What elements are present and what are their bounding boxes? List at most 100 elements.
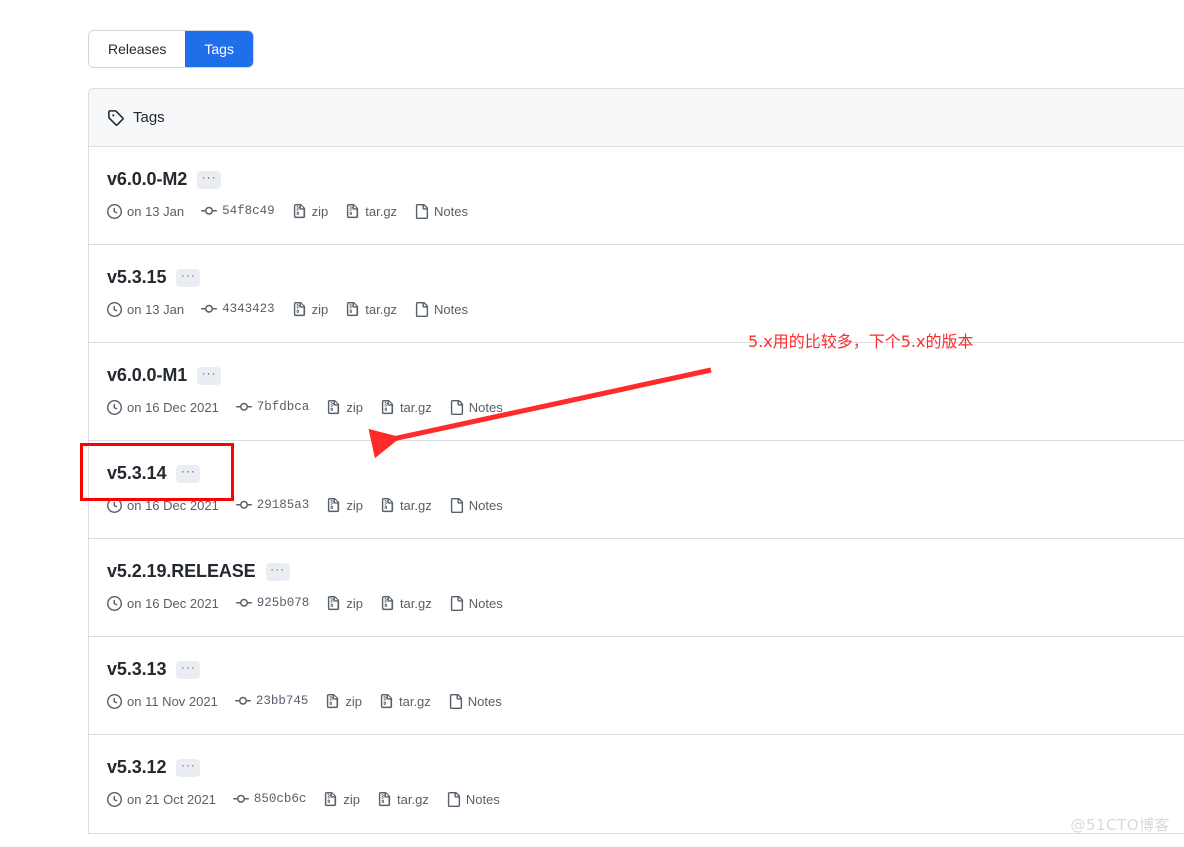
tag-notes-label: Notes bbox=[434, 203, 469, 219]
tag-notes-label: Notes bbox=[468, 399, 503, 415]
tag-date: on 13 Jan bbox=[107, 301, 185, 317]
tag-date: on 11 Nov 2021 bbox=[107, 693, 218, 709]
tag-commit[interactable]: 29185a3 bbox=[235, 497, 310, 513]
tag-targz-download[interactable]: tar.gz bbox=[345, 301, 397, 317]
file-icon bbox=[447, 791, 460, 807]
tag-commit-label: 7bfdbca bbox=[256, 400, 310, 414]
tag-row: v5.2.19.RELEASE ··· on 16 Dec 2021 925b078 z… bbox=[89, 539, 1184, 637]
tag-targz-label: tar.gz bbox=[399, 595, 432, 611]
tag-name-line: v5.3.14 ··· bbox=[107, 463, 1184, 484]
tag-date: on 21 Oct 2021 bbox=[107, 791, 216, 807]
tag-commit-label: 29185a3 bbox=[256, 498, 310, 512]
clock-icon bbox=[107, 203, 122, 219]
tag-name-link[interactable]: v5.2.19.RELEASE bbox=[107, 561, 256, 582]
git-commit-icon bbox=[201, 206, 218, 215]
tag-targz-download[interactable]: tar.gz bbox=[380, 497, 432, 513]
tag-options-button[interactable]: ··· bbox=[176, 268, 201, 287]
file-icon bbox=[450, 497, 463, 513]
tag-notes-link[interactable]: Notes bbox=[414, 301, 468, 317]
tag-options-button[interactable]: ··· bbox=[176, 464, 201, 483]
tag-commit[interactable]: 850cb6c bbox=[232, 791, 307, 807]
tag-targz-label: tar.gz bbox=[365, 203, 398, 219]
file-zip-icon bbox=[328, 399, 340, 414]
tag-zip-download[interactable]: zip bbox=[292, 301, 328, 317]
tag-targz-download[interactable]: tar.gz bbox=[345, 203, 398, 219]
clock-icon bbox=[107, 791, 122, 807]
tag-date-label: on 16 Dec 2021 bbox=[127, 595, 219, 611]
tag-name-line: v6.0.0-M2 ··· bbox=[107, 169, 1184, 190]
tab-tags[interactable]: Tags bbox=[185, 31, 253, 67]
tag-zip-download[interactable]: zip bbox=[292, 203, 328, 219]
tab-releases[interactable]: Releases bbox=[89, 31, 186, 67]
tag-commit[interactable]: 4343423 bbox=[201, 301, 275, 317]
tag-zip-label: zip bbox=[346, 497, 363, 513]
tag-name-line: v6.0.0-M1 ··· bbox=[107, 365, 1184, 386]
tag-meta-line: on 13 Jan 4343423 zip tar.gz Notes bbox=[107, 301, 1184, 317]
file-zip-icon bbox=[293, 203, 305, 218]
tag-commit[interactable]: 925b078 bbox=[235, 595, 309, 611]
tag-commit-label: 23bb745 bbox=[255, 694, 309, 708]
tag-options-button[interactable]: ··· bbox=[176, 758, 201, 777]
tag-options-button[interactable]: ··· bbox=[265, 562, 290, 581]
tag-date: on 13 Jan bbox=[107, 203, 185, 219]
file-zip-icon bbox=[381, 497, 394, 512]
git-commit-icon bbox=[235, 402, 252, 411]
file-zip-icon bbox=[328, 497, 340, 512]
tag-notes-link[interactable]: Notes bbox=[446, 791, 500, 807]
file-zip-icon bbox=[347, 301, 359, 316]
tag-name-link[interactable]: v6.0.0-M2 bbox=[107, 169, 187, 190]
tag-targz-download[interactable]: tar.gz bbox=[379, 693, 431, 709]
tag-zip-download[interactable]: zip bbox=[326, 399, 363, 415]
tag-commit[interactable]: 7bfdbca bbox=[235, 399, 310, 415]
tags-panel-header: Tags bbox=[89, 89, 1184, 147]
tag-zip-download[interactable]: zip bbox=[326, 595, 363, 611]
tag-date-label: on 13 Jan bbox=[127, 301, 185, 317]
tag-commit[interactable]: 54f8c49 bbox=[201, 203, 275, 219]
tag-date-label: on 16 Dec 2021 bbox=[127, 497, 219, 513]
tag-notes-label: Notes bbox=[468, 497, 503, 513]
tag-name-link[interactable]: v5.3.13 bbox=[107, 659, 166, 680]
tag-targz-download[interactable]: tar.gz bbox=[380, 595, 432, 611]
tag-targz-label: tar.gz bbox=[398, 693, 431, 709]
tag-date-label: on 13 Jan bbox=[127, 203, 185, 219]
tag-zip-download[interactable]: zip bbox=[323, 791, 360, 807]
clock-icon bbox=[107, 497, 122, 513]
tag-date-label: on 11 Nov 2021 bbox=[127, 693, 218, 709]
tag-targz-download[interactable]: tar.gz bbox=[380, 399, 432, 415]
tag-commit[interactable]: 23bb745 bbox=[234, 693, 309, 709]
file-zip-icon bbox=[380, 693, 393, 708]
file-icon bbox=[415, 203, 429, 219]
tag-name-link[interactable]: v6.0.0-M1 bbox=[107, 365, 187, 386]
tag-notes-link[interactable]: Notes bbox=[449, 595, 503, 611]
git-commit-icon bbox=[235, 598, 252, 607]
tag-options-button[interactable]: ··· bbox=[176, 660, 201, 679]
tag-options-button[interactable]: ··· bbox=[197, 366, 222, 385]
tag-name-link[interactable]: v5.3.14 bbox=[107, 463, 166, 484]
tag-name-line: v5.3.13 ··· bbox=[107, 659, 1184, 680]
tag-notes-label: Notes bbox=[465, 791, 500, 807]
tag-date: on 16 Dec 2021 bbox=[107, 399, 219, 415]
tag-row: v6.0.0-M2 ··· on 13 Jan 54f8c49 zip tar.gz Not… bbox=[89, 147, 1184, 245]
tag-zip-download[interactable]: zip bbox=[325, 693, 362, 709]
file-icon bbox=[450, 595, 463, 611]
tag-notes-link[interactable]: Notes bbox=[414, 203, 469, 219]
file-zip-icon bbox=[325, 791, 337, 806]
file-zip-icon bbox=[378, 791, 391, 806]
tag-notes-link[interactable]: Notes bbox=[449, 497, 503, 513]
tag-targz-download[interactable]: tar.gz bbox=[377, 791, 429, 807]
tag-row: v5.3.15 ··· on 13 Jan 4343423 zip tar.gz Notes bbox=[89, 245, 1184, 343]
tag-name-link[interactable]: v5.3.15 bbox=[107, 267, 166, 288]
tag-commit-label: 850cb6c bbox=[253, 792, 307, 806]
file-zip-icon bbox=[328, 595, 340, 610]
tag-notes-link[interactable]: Notes bbox=[448, 693, 502, 709]
tag-targz-label: tar.gz bbox=[399, 497, 432, 513]
tag-zip-label: zip bbox=[345, 693, 362, 709]
tag-name-line: v5.2.19.RELEASE ··· bbox=[107, 561, 1184, 582]
tag-notes-link[interactable]: Notes bbox=[449, 399, 503, 415]
tag-options-button[interactable]: ··· bbox=[197, 170, 222, 189]
file-zip-icon bbox=[347, 203, 359, 218]
file-icon bbox=[415, 301, 429, 317]
tag-name-link[interactable]: v5.3.12 bbox=[107, 757, 166, 778]
tag-date-label: on 16 Dec 2021 bbox=[127, 399, 219, 415]
tag-zip-download[interactable]: zip bbox=[326, 497, 363, 513]
